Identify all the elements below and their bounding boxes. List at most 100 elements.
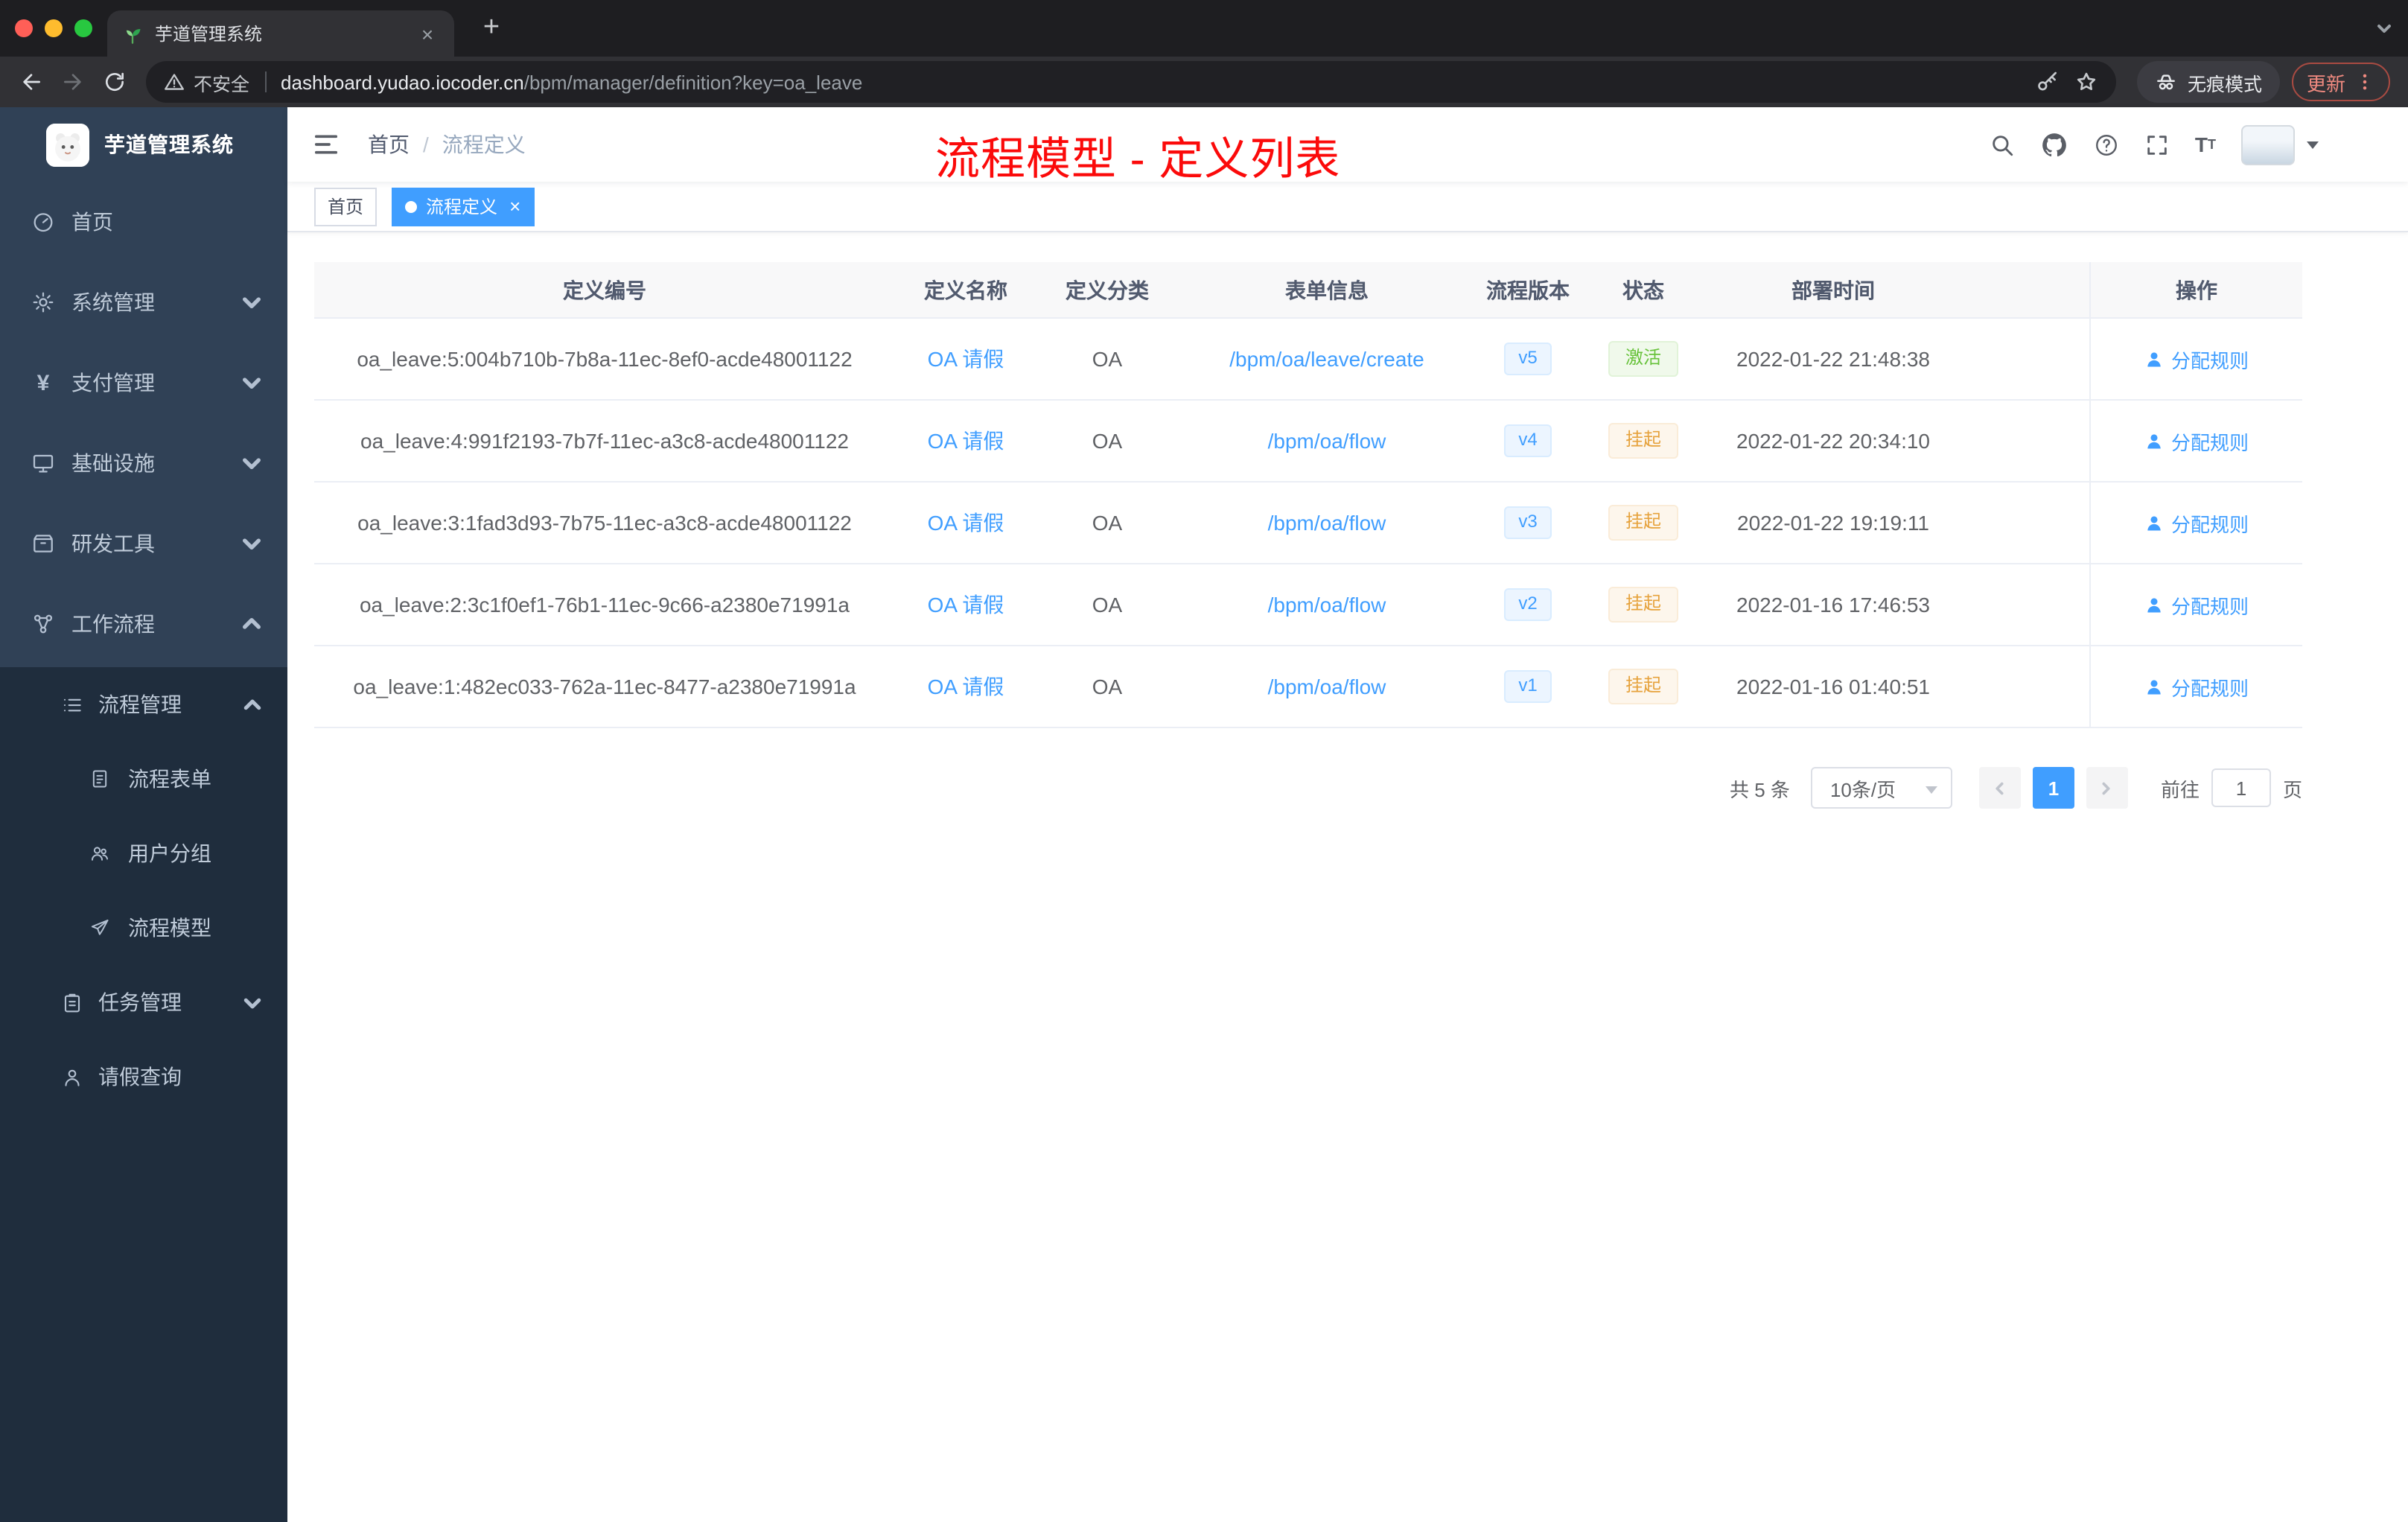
form-link[interactable]: /bpm/oa/flow <box>1268 675 1386 698</box>
page-size-select[interactable]: 10条/页 <box>1810 767 1952 809</box>
tab-close-icon[interactable]: × <box>415 22 439 45</box>
task-management-icon <box>61 991 83 1013</box>
tag-active-dot <box>405 200 418 212</box>
table-row: oa_leave:5:004b710b-7b8a-11ec-8ef0-acde4… <box>314 319 2302 401</box>
tag-close-icon[interactable]: × <box>509 195 520 217</box>
close-window-button[interactable] <box>15 19 33 37</box>
form-link[interactable]: /bpm/oa/flow <box>1268 429 1386 453</box>
cell-deploy-time: 2022-01-16 17:46:53 <box>1736 593 1930 617</box>
table-row: oa_leave:4:991f2193-7b7f-11ec-a3c8-acde4… <box>314 401 2302 483</box>
browser-window: 芋道管理系统 × + 不安全 dashboard.yudao.iocoder.c… <box>0 0 2408 1522</box>
user-menu[interactable] <box>2241 124 2319 165</box>
form-link[interactable]: /bpm/oa/flow <box>1268 511 1386 535</box>
assign-rule-link[interactable]: 分配规则 <box>2144 345 2249 373</box>
goto-label: 前往 <box>2160 778 2200 800</box>
definition-name-link[interactable]: OA 请假 <box>928 344 1004 374</box>
user-icon <box>2144 349 2164 369</box>
definition-name-link[interactable]: OA 请假 <box>928 590 1004 620</box>
breadcrumb: 首页 / 流程定义 <box>368 130 526 159</box>
help-icon[interactable] <box>2094 132 2119 157</box>
star-icon[interactable] <box>2074 70 2098 94</box>
incognito-icon <box>2155 71 2177 93</box>
menu-dots-icon[interactable] <box>2354 71 2375 92</box>
form-link[interactable]: /bpm/oa/leave/create <box>1229 347 1424 371</box>
address-bar[interactable]: 不安全 dashboard.yudao.iocoder.cn /bpm/mana… <box>146 61 2116 103</box>
tab-title: 芋道管理系统 <box>155 24 263 45</box>
workflow-icon <box>31 612 55 636</box>
update-button[interactable]: 更新 <box>2291 63 2390 101</box>
definition-table: 定义编号 定义名称 定义分类 表单信息 流程版本 状态 部署时间 操作 oa_l… <box>314 262 2302 728</box>
tab-search-chevron-icon[interactable] <box>2375 19 2393 37</box>
process-model-icon <box>89 917 110 938</box>
workspace: 芋道管理系统 首页 系统管理 ¥ 支付管理 基础设施 研发工具 工作流程 流程管… <box>0 107 2408 1522</box>
security-chip[interactable]: 不安全 <box>164 68 249 96</box>
yen-icon: ¥ <box>36 370 50 395</box>
hamburger-button[interactable] <box>311 130 341 159</box>
cell-deploy-time: 2022-01-22 19:19:11 <box>1737 511 1929 535</box>
definition-name-link[interactable]: OA 请假 <box>928 426 1004 456</box>
user-icon <box>2144 677 2164 696</box>
sidebar-item-process-model[interactable]: 流程模型 <box>0 891 287 965</box>
sidebar-item-process-form[interactable]: 流程表单 <box>0 742 287 816</box>
page-1-button[interactable]: 1 <box>2032 767 2074 809</box>
cell-deploy-time: 2022-01-16 01:40:51 <box>1736 675 1930 698</box>
chevron-down-icon <box>240 371 264 395</box>
breadcrumb-home[interactable]: 首页 <box>368 130 410 159</box>
process-management-icon <box>61 693 83 716</box>
sidebar-item-home[interactable]: 首页 <box>0 182 287 262</box>
user-icon <box>2144 431 2164 450</box>
sidebar-item-process-management[interactable]: 流程管理 <box>0 667 287 742</box>
definition-name-link[interactable]: OA 请假 <box>928 508 1004 538</box>
avatar[interactable] <box>2241 124 2295 165</box>
sidebar-item-user-group[interactable]: 用户分组 <box>0 816 287 891</box>
back-button[interactable] <box>12 63 51 101</box>
logo-avatar <box>46 123 89 166</box>
url-path: /bpm/manager/definition?key=oa_leave <box>523 71 863 93</box>
sidebar-item-workflow[interactable]: 工作流程 <box>0 584 287 664</box>
assign-rule-link[interactable]: 分配规则 <box>2144 509 2249 537</box>
form-link[interactable]: /bpm/oa/flow <box>1268 593 1386 617</box>
fullscreen-icon[interactable] <box>2144 132 2170 157</box>
tag-home[interactable]: 首页 <box>314 187 378 226</box>
new-tab-button[interactable]: + <box>474 12 509 48</box>
version-badge: v2 <box>1503 588 1552 621</box>
tags-view: 首页 流程定义 × <box>287 182 2408 232</box>
page-jumper: 前往 页 <box>2161 768 2302 807</box>
search-icon[interactable] <box>1990 132 2015 157</box>
next-page-button[interactable] <box>2086 767 2128 809</box>
forward-button[interactable] <box>54 63 92 101</box>
minimize-window-button[interactable] <box>45 19 63 37</box>
annotation-text: 流程模型 - 定义列表 <box>935 136 1341 185</box>
chevron-up-icon <box>240 612 264 636</box>
definition-name-link[interactable]: OA 请假 <box>928 672 1004 701</box>
goto-input[interactable] <box>2211 768 2271 807</box>
refresh-button[interactable] <box>95 63 134 101</box>
sidebar-item-infrastructure[interactable]: 基础设施 <box>0 423 287 503</box>
font-size-icon[interactable]: TT <box>2195 134 2216 155</box>
assign-rule-link[interactable]: 分配规则 <box>2144 672 2249 701</box>
browser-tab[interactable]: 芋道管理系统 × <box>107 10 454 57</box>
key-icon[interactable] <box>2036 70 2060 94</box>
tab-strip: 芋道管理系统 × + <box>0 0 2408 57</box>
col-operation: 操作 <box>2089 262 2302 317</box>
sidebar-item-task-management[interactable]: 任务管理 <box>0 965 287 1039</box>
sidebar-item-devtools[interactable]: 研发工具 <box>0 503 287 584</box>
prev-page-button[interactable] <box>1978 767 2021 809</box>
forward-icon <box>61 70 85 94</box>
zoom-window-button[interactable] <box>74 19 92 37</box>
assign-rule-link[interactable]: 分配规则 <box>2144 427 2249 455</box>
sidebar-item-leave-query[interactable]: 请假查询 <box>0 1039 287 1114</box>
tag-process-definition[interactable]: 流程定义 × <box>392 187 535 226</box>
pagination-total: 共 5 条 <box>1730 778 1790 800</box>
github-icon[interactable] <box>2040 130 2068 159</box>
window-controls <box>15 19 92 37</box>
cell-definition-id: oa_leave:5:004b710b-7b8a-11ec-8ef0-acde4… <box>357 347 853 371</box>
sidebar-item-system[interactable]: 系统管理 <box>0 262 287 343</box>
app-logo[interactable]: 芋道管理系统 <box>0 107 287 182</box>
col-deploy-time: 部署时间 <box>1791 278 1875 302</box>
cell-definition-id: oa_leave:1:482ec033-762a-11ec-8477-a2380… <box>353 675 856 698</box>
assign-rule-link[interactable]: 分配规则 <box>2144 590 2249 619</box>
select-caret-icon <box>1925 786 1937 794</box>
sidebar-item-payment[interactable]: ¥ 支付管理 <box>0 343 287 423</box>
pagination: 共 5 条 10条/页 1 前往 页 <box>314 767 2302 809</box>
